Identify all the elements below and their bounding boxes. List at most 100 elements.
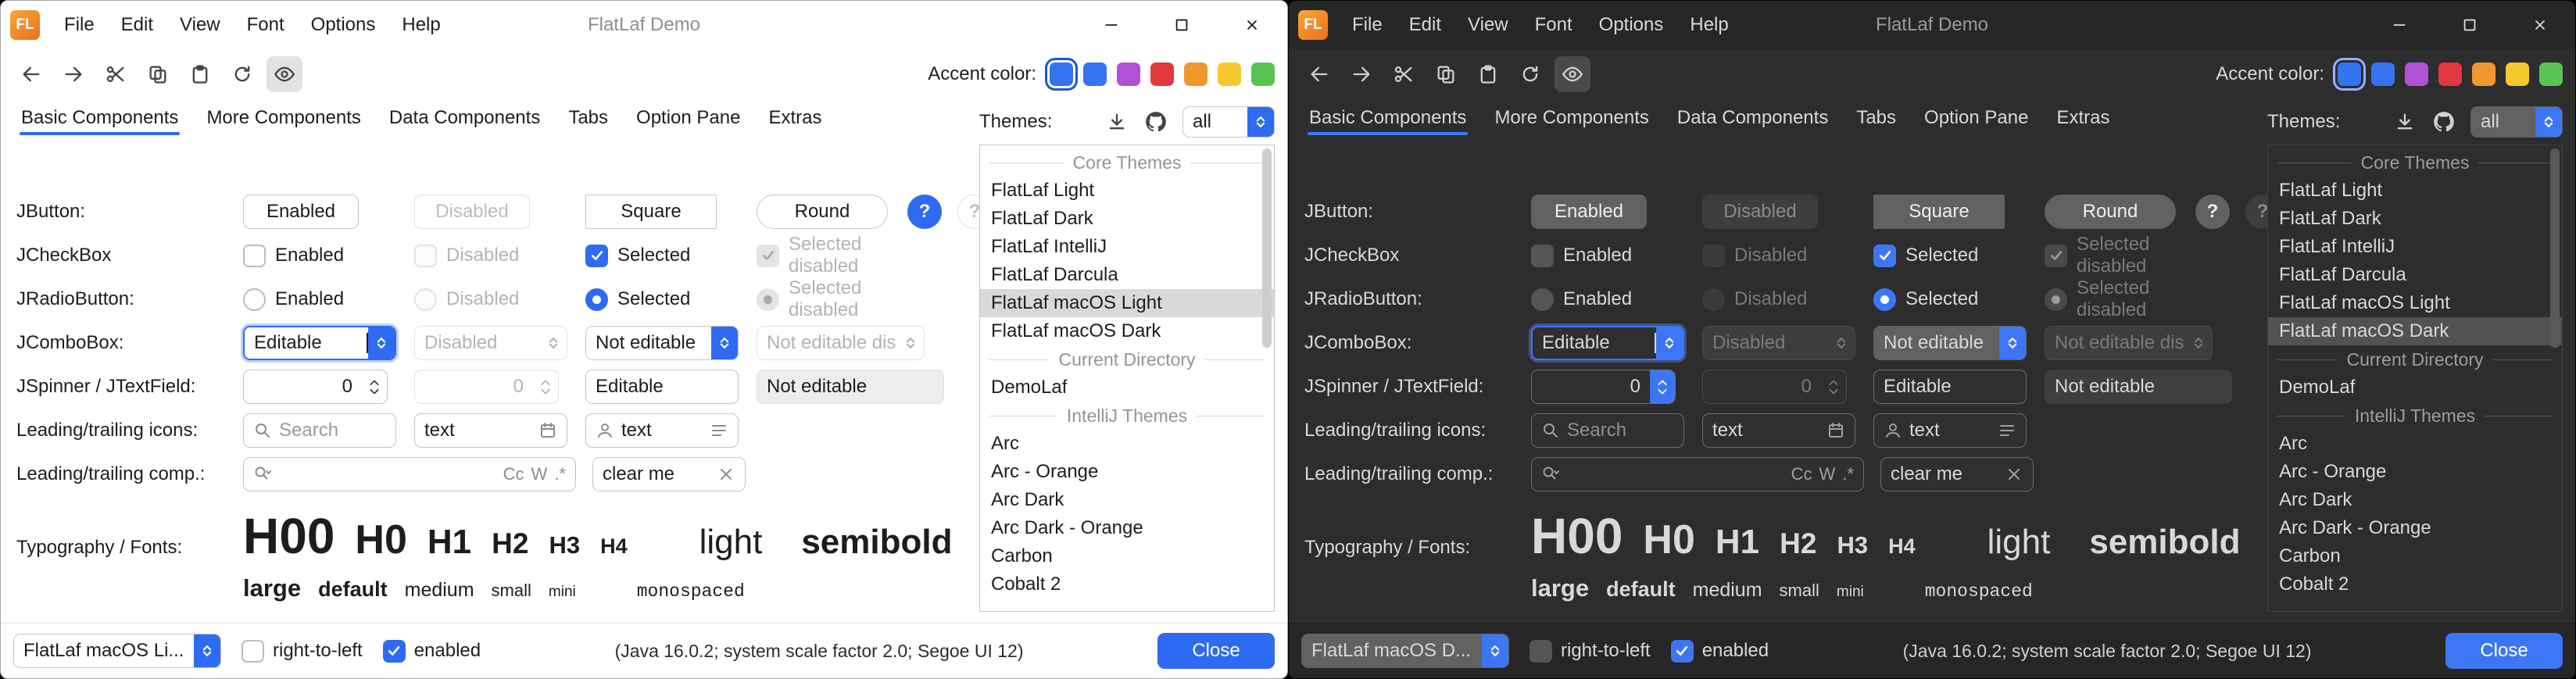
menu-list-icon[interactable]	[1998, 421, 2016, 440]
copy-icon[interactable]	[140, 56, 176, 92]
download-icon[interactable]	[1103, 108, 1131, 136]
menu-file[interactable]: File	[51, 1, 108, 49]
tab-data-components[interactable]: Data Components	[375, 102, 554, 141]
clearable-field-input[interactable]	[1891, 463, 1998, 485]
theme-item-arc[interactable]: Arc	[2268, 430, 2562, 458]
checkbox-selected[interactable]	[1873, 245, 1896, 267]
checkbox-enabled[interactable]	[1531, 245, 1554, 267]
tab-more-components[interactable]: More Components	[192, 102, 374, 141]
show-hidden-eye-icon[interactable]	[267, 56, 302, 92]
accent-swatch-orange[interactable]	[2472, 63, 2496, 86]
editable-textfield-input[interactable]	[596, 376, 728, 398]
clearable-field-input[interactable]	[603, 463, 710, 485]
right-to-left-checkbox[interactable]	[1530, 640, 1552, 663]
theme-item-flatlaf-macos-light[interactable]: FlatLaf macOS Light	[980, 289, 1274, 317]
combobox-arrows-icon[interactable]	[2535, 107, 2562, 137]
close-button[interactable]	[1217, 1, 1287, 49]
search-with-caret-icon[interactable]	[253, 465, 272, 484]
radio-selected[interactable]	[585, 288, 608, 311]
cut-icon[interactable]	[1386, 56, 1422, 92]
tab-data-components[interactable]: Data Components	[1663, 102, 1842, 141]
combobox-arrows-icon[interactable]	[711, 327, 738, 359]
enabled-checkbox[interactable]	[1671, 640, 1694, 663]
combobox-arrows-icon[interactable]	[1247, 107, 1274, 137]
noneditable-combobox[interactable]: Not editable	[585, 326, 739, 360]
theme-item-flatlaf-dark[interactable]: FlatLaf Dark	[980, 205, 1274, 233]
theme-item-arc-dark[interactable]: Arc Dark	[2268, 486, 2562, 514]
right-to-left-checkbox[interactable]	[242, 640, 264, 663]
square-button[interactable]: Square	[1873, 195, 2005, 229]
menu-file[interactable]: File	[1339, 1, 1396, 49]
menu-options[interactable]: Options	[298, 1, 389, 49]
tab-basic-components[interactable]: Basic Components	[7, 102, 192, 141]
user-field-input[interactable]	[1909, 420, 1991, 441]
theme-item-demolaf[interactable]: DemoLaf	[980, 373, 1274, 402]
search-options-field[interactable]: Cc W .*	[1531, 457, 1864, 491]
menu-font[interactable]: Font	[1522, 1, 1586, 49]
search-input[interactable]	[279, 420, 386, 441]
tab-extras[interactable]: Extras	[2042, 102, 2123, 141]
github-icon[interactable]	[2430, 108, 2458, 136]
maximize-button[interactable]	[2435, 1, 2505, 49]
theme-item-flatlaf-macos-light[interactable]: FlatLaf macOS Light	[2268, 289, 2562, 317]
accent-swatch-red[interactable]	[2438, 63, 2462, 86]
accent-swatch-purple[interactable]	[2405, 63, 2428, 86]
round-button[interactable]: Round	[2045, 195, 2176, 229]
user-field-input[interactable]	[621, 420, 703, 441]
close-dialog-button[interactable]: Close	[1157, 633, 1275, 669]
accent-swatch-selected[interactable]	[1050, 63, 1073, 86]
search-input[interactable]	[1567, 420, 1674, 441]
match-case-icon[interactable]: Cc	[1791, 464, 1812, 484]
clear-icon[interactable]	[717, 465, 735, 484]
accent-swatch-yellow[interactable]	[2506, 63, 2529, 86]
accent-swatch-blue[interactable]	[1083, 63, 1107, 86]
accent-swatch-yellow[interactable]	[1218, 63, 1241, 86]
tab-more-components[interactable]: More Components	[1480, 102, 1662, 141]
search-field[interactable]	[243, 413, 396, 448]
forward-icon[interactable]	[1343, 56, 1379, 92]
accent-swatch-blue[interactable]	[2371, 63, 2395, 86]
close-dialog-button[interactable]: Close	[2445, 633, 2563, 669]
menu-list-icon[interactable]	[710, 421, 728, 440]
search-options-field[interactable]: Cc W .*	[243, 457, 576, 491]
accent-swatch-purple[interactable]	[1117, 63, 1140, 86]
accent-swatch-orange[interactable]	[1184, 63, 1208, 86]
enabled-button[interactable]: Enabled	[1531, 195, 1647, 229]
search-with-caret-icon[interactable]	[1541, 465, 1560, 484]
user-field[interactable]	[585, 413, 739, 448]
editable-combobox-value[interactable]: Editable	[245, 327, 367, 359]
theme-item-carbon[interactable]: Carbon	[2268, 542, 2562, 570]
back-icon[interactable]	[1301, 56, 1337, 92]
theme-item-flatlaf-intellij[interactable]: FlatLaf IntelliJ	[980, 233, 1274, 261]
theme-item-arc[interactable]: Arc	[980, 430, 1274, 458]
theme-item-flatlaf-light[interactable]: FlatLaf Light	[980, 177, 1274, 205]
theme-item-flatlaf-darcula[interactable]: FlatLaf Darcula	[2268, 261, 2562, 289]
noneditable-combobox-value[interactable]: Not editable	[1874, 327, 1999, 359]
lookandfeel-combobox-value[interactable]: FlatLaf macOS D...	[1302, 634, 1482, 667]
back-icon[interactable]	[13, 56, 49, 92]
search-options-input[interactable]	[279, 463, 496, 485]
menu-help[interactable]: Help	[1676, 1, 1741, 49]
combobox-arrows-icon[interactable]	[1999, 327, 2026, 359]
menu-view[interactable]: View	[1454, 1, 1522, 49]
accent-swatch-red[interactable]	[1150, 63, 1174, 86]
lookandfeel-combobox[interactable]: FlatLaf macOS Li...	[13, 634, 221, 668]
menu-edit[interactable]: Edit	[108, 1, 166, 49]
menu-font[interactable]: Font	[234, 1, 298, 49]
noneditable-combobox-value[interactable]: Not editable	[586, 327, 711, 359]
help-button[interactable]: ?	[907, 195, 942, 229]
whole-word-icon[interactable]: W	[531, 464, 548, 484]
show-hidden-eye-icon[interactable]	[1555, 56, 1590, 92]
menu-edit[interactable]: Edit	[1396, 1, 1454, 49]
theme-item-cobalt2[interactable]: Cobalt 2	[2268, 570, 2562, 599]
calendar-icon[interactable]	[1826, 421, 1845, 440]
noneditable-combobox[interactable]: Not editable	[1873, 326, 2027, 360]
match-case-icon[interactable]: Cc	[503, 464, 524, 484]
combobox-arrows-icon[interactable]	[1482, 634, 1508, 667]
accent-swatch-green[interactable]	[1251, 63, 1275, 86]
round-button[interactable]: Round	[757, 195, 888, 229]
radio-enabled[interactable]	[243, 288, 266, 311]
download-icon[interactable]	[2391, 108, 2419, 136]
themes-filter-combobox[interactable]: all	[2470, 106, 2563, 138]
github-icon[interactable]	[1142, 108, 1170, 136]
